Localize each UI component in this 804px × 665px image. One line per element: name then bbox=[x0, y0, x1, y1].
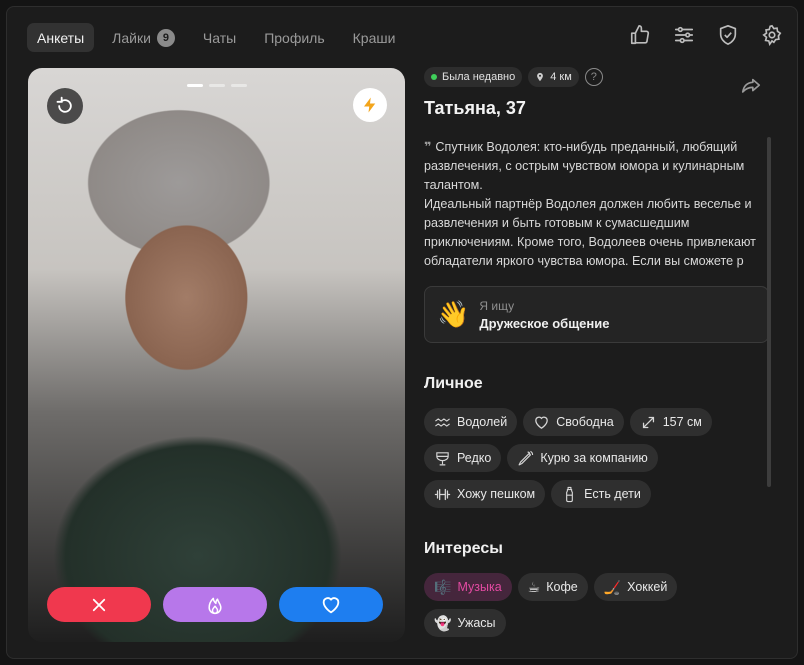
profile-meta: Была недавно 4 км ? bbox=[424, 67, 774, 87]
distance-text: 4 км bbox=[550, 71, 572, 83]
looking-for-card: 👋 Я ищу Дружеское общение bbox=[424, 286, 769, 343]
chip-label: Курю за компанию bbox=[540, 451, 648, 465]
coffee-icon: ☕ bbox=[527, 578, 541, 595]
chip-label: Хожу пешком bbox=[457, 487, 536, 501]
chip-label: Музыка bbox=[457, 580, 502, 594]
chip-label: Водолей bbox=[457, 415, 508, 429]
app-window: Анкеты Лайки 9 Чаты Профиль Краши Была н… bbox=[6, 6, 798, 659]
swipe-actions bbox=[47, 587, 383, 622]
rewind-icon bbox=[56, 96, 72, 113]
status-badge: Была недавно bbox=[424, 67, 523, 87]
quote-icon: ❞ bbox=[424, 140, 432, 154]
help-icon[interactable]: ? bbox=[584, 68, 603, 86]
scrollbar[interactable] bbox=[767, 137, 771, 487]
tab-label: Краши bbox=[352, 29, 396, 46]
heart-icon bbox=[322, 596, 340, 613]
shield-icon[interactable] bbox=[717, 24, 739, 46]
ghost-icon: 👻 bbox=[434, 614, 452, 631]
height-icon bbox=[642, 416, 654, 428]
lightning-icon bbox=[364, 97, 376, 113]
dislike-button[interactable] bbox=[47, 587, 151, 622]
profile-bio: ❞ Спутник Водолея: кто-нибудь преданный, … bbox=[424, 138, 770, 270]
interest-hockey: 🏒 Хоккей bbox=[593, 573, 678, 601]
location-pin-icon bbox=[537, 72, 544, 82]
tab-label: Профиль bbox=[264, 29, 325, 46]
glass-icon bbox=[436, 451, 449, 465]
photo-pager bbox=[186, 84, 247, 87]
chip-label: Хоккей bbox=[627, 580, 668, 594]
top-actions bbox=[629, 24, 783, 47]
profile-details: Была недавно 4 км ? Татьяна, 37 ❞ Спутник… bbox=[424, 67, 774, 652]
interest-coffee: ☕ Кофе bbox=[517, 573, 588, 601]
chip-label: Ужасы bbox=[457, 616, 496, 630]
interest-horror: 👻 Ужасы bbox=[424, 609, 506, 637]
close-icon bbox=[92, 598, 106, 611]
tab-label: Чаты bbox=[202, 29, 237, 46]
thumbs-up-icon[interactable] bbox=[629, 24, 651, 46]
tab-profile[interactable]: Профиль bbox=[254, 23, 334, 52]
hockey-icon: 🏒 bbox=[603, 578, 622, 595]
tab-chats[interactable]: Чаты bbox=[193, 23, 246, 52]
tab-crushes[interactable]: Краши bbox=[343, 23, 406, 52]
top-nav: Анкеты Лайки 9 Чаты Профиль Краши bbox=[27, 23, 405, 52]
music-icon: 🎼 bbox=[434, 578, 452, 595]
baby-bottle-icon bbox=[566, 486, 574, 502]
distance-badge: 4 км bbox=[528, 67, 579, 87]
dumbbell-icon bbox=[434, 488, 451, 500]
chip-label: Свободна bbox=[556, 415, 614, 429]
likes-count-badge: 9 bbox=[156, 28, 175, 47]
filters-icon[interactable] bbox=[673, 24, 695, 46]
wave-hand-icon: 👋 bbox=[437, 299, 470, 329]
rewind-button[interactable] bbox=[47, 88, 83, 124]
chip-alcohol: Редко bbox=[424, 444, 502, 472]
interest-chips: 🎼 Музыка ☕ Кофе 🏒 Хоккей 👻 Ужасы bbox=[424, 573, 764, 637]
heart-outline-icon bbox=[535, 416, 549, 429]
aquarius-icon bbox=[435, 417, 450, 427]
chip-relationship: Свободна bbox=[523, 408, 624, 436]
settings-icon[interactable] bbox=[761, 24, 783, 47]
chip-label: Есть дети bbox=[584, 487, 641, 501]
chip-label: Кофе bbox=[546, 580, 578, 594]
bio-text: Спутник Водолея: кто-нибудь преданный, л… bbox=[424, 140, 756, 268]
tab-label: Лайки bbox=[112, 29, 151, 46]
personal-section-title: Личное bbox=[424, 375, 483, 392]
cigarette-icon bbox=[518, 450, 534, 465]
looking-for-label: Я ищу bbox=[479, 298, 515, 313]
boost-button[interactable] bbox=[353, 88, 387, 122]
profile-photo[interactable] bbox=[28, 68, 405, 642]
interests-section-title: Интересы bbox=[424, 540, 503, 557]
interest-music: 🎼 Музыка bbox=[424, 573, 512, 601]
chip-zodiac: Водолей bbox=[424, 408, 518, 436]
chip-label: Редко bbox=[457, 451, 492, 465]
like-button[interactable] bbox=[279, 587, 383, 622]
chip-height: 157 см bbox=[629, 408, 712, 436]
status-text: Была недавно bbox=[442, 71, 516, 83]
chip-label: 157 см bbox=[662, 415, 702, 429]
superlike-button[interactable] bbox=[163, 587, 267, 622]
chip-children: Есть дети bbox=[551, 480, 651, 508]
profile-name-age: Татьяна, 37 bbox=[424, 98, 526, 118]
tab-ankety[interactable]: Анкеты bbox=[27, 23, 95, 52]
chip-sport: Хожу пешком bbox=[424, 480, 546, 508]
looking-for-value: Дружеское общение bbox=[479, 315, 610, 331]
personal-chips: Водолей Свободна 157 см Редко Курю за ко… bbox=[424, 408, 764, 508]
tab-label: Анкеты bbox=[37, 29, 85, 46]
tab-likes[interactable]: Лайки 9 bbox=[102, 23, 185, 52]
flame-icon bbox=[208, 597, 222, 614]
share-icon[interactable] bbox=[740, 75, 762, 97]
online-dot bbox=[431, 74, 437, 80]
chip-smoking: Курю за компанию bbox=[507, 444, 658, 472]
